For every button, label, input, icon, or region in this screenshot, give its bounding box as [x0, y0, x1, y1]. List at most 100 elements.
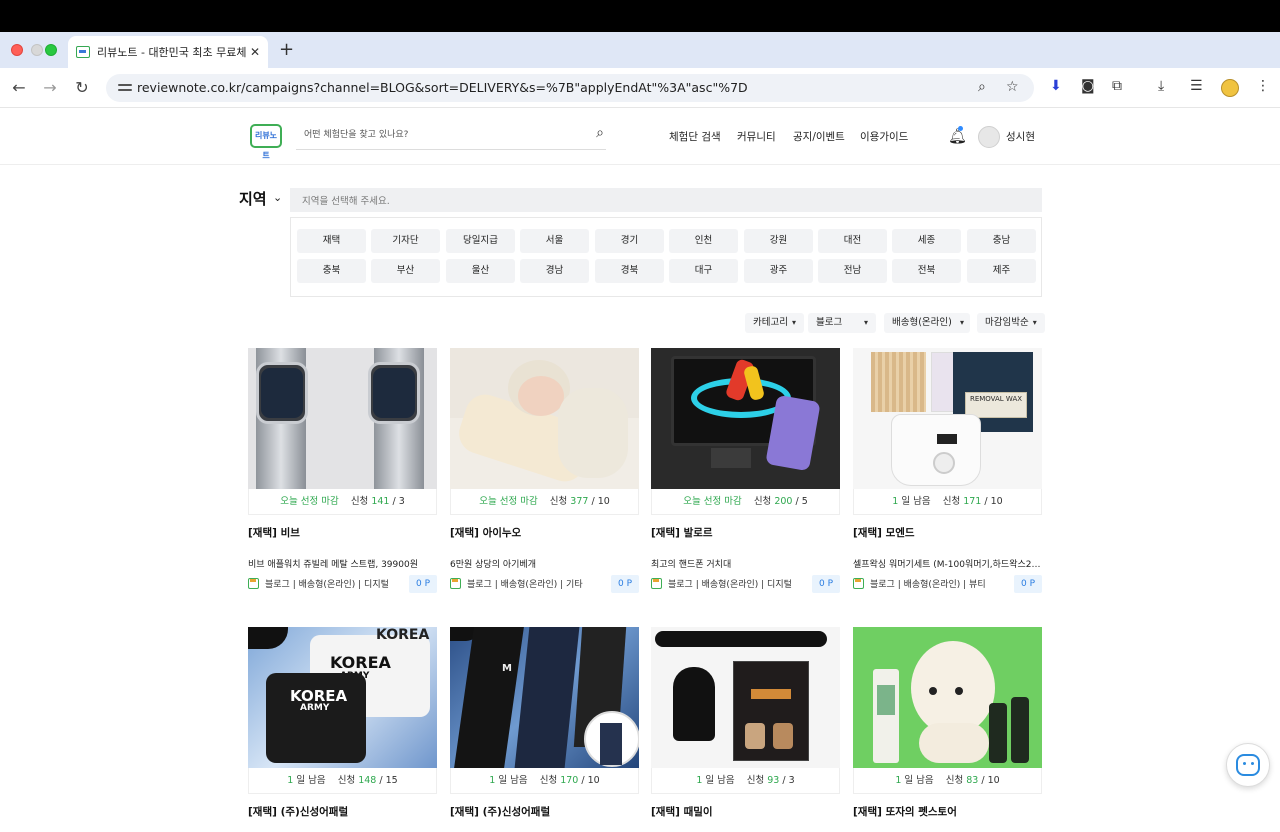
region-chip[interactable]: 인천 — [669, 229, 738, 253]
order-dropdown[interactable]: 마감임박순 ▾ — [977, 313, 1045, 333]
profile-avatar[interactable] — [1221, 79, 1239, 97]
region-chip[interactable]: 제주 — [967, 259, 1036, 283]
campaign-card[interactable]: 오늘 선정 마감 신청 377 / 10 [재택] 아이누오 6만원 상당의 아… — [450, 348, 639, 593]
card-description: 6만원 상당의 아기베개 — [450, 560, 536, 570]
extension-d-icon[interactable]: ◙ — [1081, 78, 1095, 94]
region-chip[interactable]: 대전 — [818, 229, 887, 253]
address-bar[interactable]: reviewnote.co.kr/campaigns?channel=BLOG&… — [106, 74, 1034, 102]
region-chip[interactable]: 서울 — [520, 229, 589, 253]
campaign-card[interactable]: 1 일 남음 신청 93 / 3 [재택] 때밀이 — [651, 627, 840, 824]
forward-arrow-icon[interactable]: → — [40, 78, 60, 97]
type-dropdown[interactable]: 배송형(온라인) ▾ — [884, 313, 970, 333]
nav-community[interactable]: 커뮤니티 — [737, 129, 776, 144]
download-icon[interactable]: ⤓ — [1158, 78, 1164, 94]
card-description: 비브 애플워치 쥬빌레 메탈 스트랩, 39900원 — [248, 560, 418, 570]
applied-count: 377 — [570, 496, 589, 507]
campaign-card[interactable]: REMOVAL WAX 1 일 남음 신청 171 / 10 [재택] 모엔드 … — [853, 348, 1042, 593]
url-text[interactable]: reviewnote.co.kr/campaigns?channel=BLOG&… — [137, 80, 748, 95]
campaign-card[interactable]: 오늘 선정 마감 신청 200 / 5 [재택] 발로르 최고의 핸드폰 거치대… — [651, 348, 840, 593]
applied-count: 171 — [963, 496, 982, 507]
campaign-image[interactable] — [651, 348, 840, 489]
apply-label: 신청 — [746, 775, 765, 786]
region-chip[interactable]: 강원 — [744, 229, 813, 253]
media-control-icon[interactable]: ☰ — [1190, 78, 1203, 94]
category-dropdown[interactable]: 카테고리 ▾ — [745, 313, 804, 333]
shirt-text-korea: KOREA — [330, 653, 391, 672]
region-chip[interactable]: 부산 — [371, 259, 440, 283]
notification-dot — [958, 126, 963, 131]
card-title[interactable]: [재택] 때밀이 — [651, 804, 840, 824]
search-input[interactable] — [296, 122, 576, 148]
region-chip[interactable]: 광주 — [744, 259, 813, 283]
zoom-icon[interactable]: ⌕ — [978, 79, 986, 95]
region-chip-panel: 재택 기자단 당일지급 서울 경기 인천 강원 대전 세종 충남 충북 부산 울… — [290, 217, 1042, 297]
campaign-image[interactable]: KOREA ARMY KOREA KOREA ARMY — [248, 627, 437, 768]
new-tab-button[interactable]: + — [279, 39, 294, 60]
region-chip[interactable]: 경북 — [595, 259, 664, 283]
card-title[interactable]: [재택] 발로르 — [651, 525, 840, 545]
tab-close-icon[interactable]: ✕ — [250, 45, 260, 59]
browser-menu-icon[interactable]: ⋮ — [1256, 78, 1270, 94]
campaign-image[interactable]: M — [450, 627, 639, 768]
region-chip[interactable]: 기자단 — [371, 229, 440, 253]
deadline-status: 오늘 선정 마감 — [280, 496, 339, 507]
site-logo[interactable]: 리뷰노트 — [250, 124, 282, 160]
window-minimize-button[interactable] — [31, 44, 43, 56]
region-chip[interactable]: 대구 — [669, 259, 738, 283]
reload-icon[interactable]: ↻ — [72, 78, 92, 97]
campaign-image[interactable] — [853, 627, 1042, 768]
card-meta: 블로그 | 배송형(온라인) | 디지털 0 P — [651, 575, 840, 593]
chevron-down-icon: ▾ — [1032, 318, 1037, 327]
region-chip[interactable]: 경남 — [520, 259, 589, 283]
nav-notice-events[interactable]: 공지/이벤트 — [793, 129, 845, 144]
card-title[interactable]: [재택] 비브 — [248, 525, 437, 545]
card-description: 셀프왁싱 워머기세트 (M-100워머기,하드왁스2… — [853, 560, 1041, 570]
card-title[interactable]: [재택] (주)신성어패럴 — [450, 804, 639, 824]
capacity: 10 — [990, 496, 1003, 507]
site-info-icon[interactable] — [118, 81, 132, 95]
blog-icon — [248, 578, 259, 589]
browser-tab[interactable]: 리뷰노트 - 대한민국 최초 무료체험 ✕ — [68, 36, 268, 68]
card-title[interactable]: [재택] 아이누오 — [450, 525, 639, 545]
region-select[interactable]: 지역을 선택해 주세요. — [290, 188, 1042, 212]
campaign-card[interactable]: M 1 일 남음 신청 170 / 10 [재택] (주)신성어패럴 — [450, 627, 639, 824]
capacity: 10 — [987, 775, 1000, 786]
region-chip[interactable]: 세종 — [892, 229, 961, 253]
chevron-down-icon[interactable]: ⌄ — [273, 191, 282, 204]
window-zoom-button[interactable] — [45, 44, 57, 56]
card-title[interactable]: [재택] (주)신성어패럴 — [248, 804, 437, 824]
region-chip[interactable]: 울산 — [446, 259, 515, 283]
window-close-button[interactable] — [11, 44, 23, 56]
region-placeholder: 지역을 선택해 주세요. — [302, 196, 390, 207]
region-chip[interactable]: 경기 — [595, 229, 664, 253]
region-chip[interactable]: 충남 — [967, 229, 1036, 253]
campaign-card[interactable]: 1 일 남음 신청 83 / 10 [재택] 또자의 펫스토어 — [853, 627, 1042, 824]
region-chip[interactable]: 충북 — [297, 259, 366, 283]
region-chip[interactable]: 전북 — [892, 259, 961, 283]
chat-support-button[interactable] — [1226, 743, 1270, 787]
search-icon[interactable]: ⌕ — [596, 125, 604, 141]
user-avatar[interactable] — [978, 126, 1000, 148]
campaign-card[interactable]: 오늘 선정 마감 신청 141 / 3 [재택] 비브 비브 애플워치 쥬빌레 … — [248, 348, 437, 593]
nav-campaign-search[interactable]: 체험단 검색 — [669, 129, 721, 144]
region-chip[interactable]: 당일지급 — [446, 229, 515, 253]
region-label[interactable]: 지역 — [239, 188, 267, 209]
campaign-card[interactable]: KOREA ARMY KOREA KOREA ARMY 1 일 남음 신청 14… — [248, 627, 437, 824]
campaign-image[interactable]: REMOVAL WAX — [853, 348, 1042, 489]
nav-user-guide[interactable]: 이용가이드 — [860, 129, 908, 144]
region-chip[interactable]: 전남 — [818, 259, 887, 283]
back-arrow-icon[interactable]: ← — [9, 78, 29, 97]
card-status: 1 일 남음 신청 83 / 10 — [853, 768, 1042, 794]
bookmark-star-icon[interactable]: ☆ — [1006, 79, 1019, 95]
extensions-puzzle-icon[interactable]: ⧉ — [1112, 78, 1122, 94]
region-chip[interactable]: 재택 — [297, 229, 366, 253]
user-name[interactable]: 성시현 — [1006, 129, 1035, 144]
card-title[interactable]: [재택] 모엔드 — [853, 525, 1042, 545]
campaign-image[interactable] — [248, 348, 437, 489]
card-title[interactable]: [재택] 또자의 펫스토어 — [853, 804, 1042, 824]
campaign-image[interactable] — [651, 627, 840, 768]
campaign-image[interactable] — [450, 348, 639, 489]
channel-dropdown[interactable]: 블로그 ▾ — [808, 313, 876, 333]
card-status: 1 일 남음 신청 170 / 10 — [450, 768, 639, 794]
extension-arrow-icon[interactable]: ⬇ — [1050, 78, 1062, 94]
